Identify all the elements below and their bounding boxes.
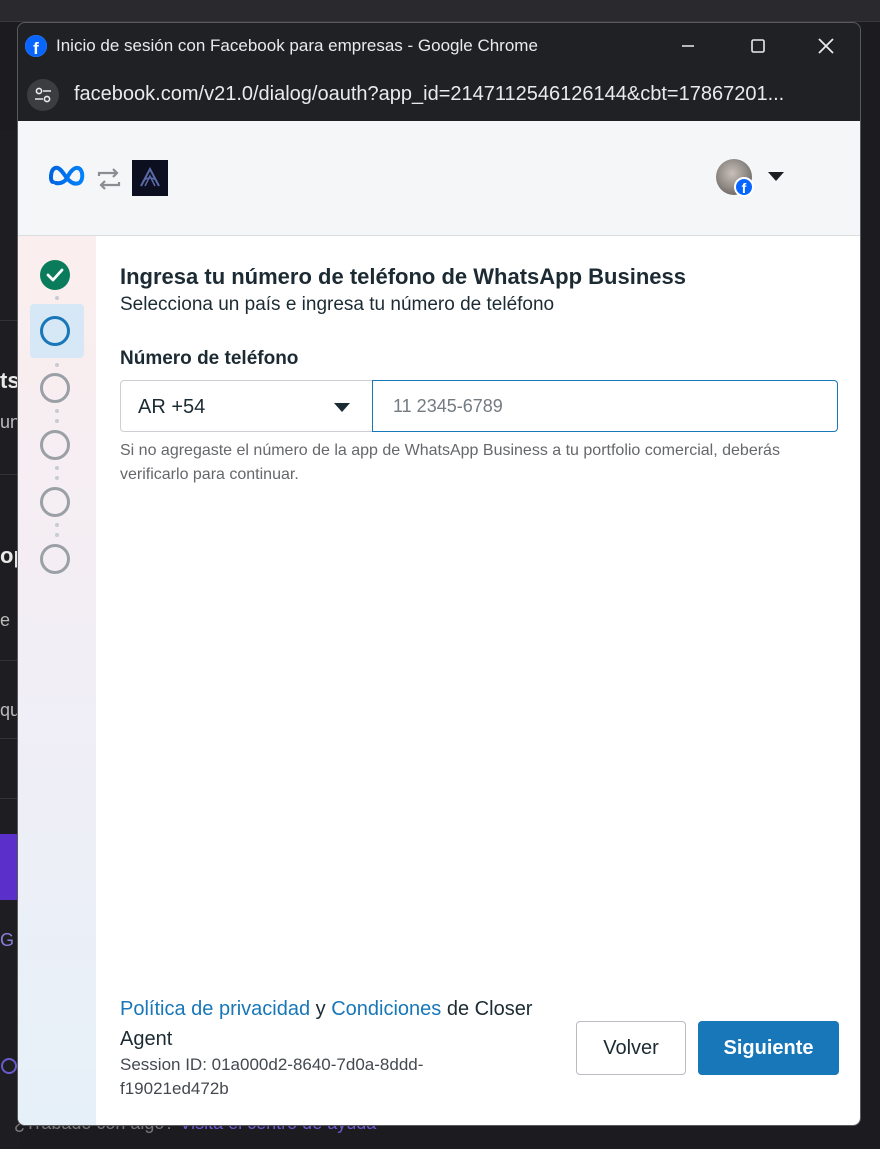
checkmark-icon: [46, 268, 64, 282]
step-connector: [55, 419, 59, 423]
phone-hint-text: Si no agregaste el número de la app de W…: [120, 442, 780, 483]
step-connector: [55, 523, 59, 527]
step-connector: [55, 533, 59, 537]
window-title: Inicio de sesión con Facebook para empre…: [56, 36, 538, 55]
country-code-select[interactable]: AR +54: [120, 380, 373, 432]
step-connector: [55, 466, 59, 470]
step-connector: [55, 476, 59, 480]
facebook-favicon-icon: f: [25, 35, 47, 57]
step-1-completed: [40, 260, 70, 290]
step-6-pending: [40, 544, 70, 574]
step-4-pending: [40, 430, 70, 460]
site-settings-button[interactable]: [27, 79, 59, 111]
app-logo: [132, 160, 168, 196]
phone-step-panel: Ingresa tu número de teléfono de WhatsAp…: [120, 236, 840, 1125]
terms-link[interactable]: Condiciones: [331, 998, 441, 1020]
closer-agent-logo-icon: [140, 166, 160, 187]
maximize-icon: [751, 39, 765, 53]
url-text[interactable]: facebook.com/v21.0/dialog/oauth?app_id=2…: [74, 83, 834, 106]
step-connector: [55, 296, 59, 300]
minimize-button[interactable]: [668, 31, 708, 61]
meta-logo-icon: [48, 165, 85, 186]
session-id: Session ID: 01a000d2-8640-7d0a-8ddd-f190…: [120, 1055, 424, 1098]
play-circle-icon: [1, 1058, 17, 1074]
step-connector: [55, 363, 59, 367]
back-button[interactable]: Volver: [576, 1021, 686, 1075]
maximize-button[interactable]: [738, 31, 778, 61]
country-code-value: AR +54: [138, 396, 206, 418]
swap-icon: [97, 168, 121, 190]
background-topbar: [0, 0, 880, 22]
phone-field-label: Número de teléfono: [120, 348, 299, 369]
chevron-down-icon[interactable]: [768, 172, 784, 181]
window-titlebar: f Inicio de sesión con Facebook para emp…: [18, 23, 860, 69]
page-title: Ingresa tu número de teléfono de WhatsAp…: [120, 264, 686, 289]
step-connector: [55, 409, 59, 413]
step-3-pending: [40, 373, 70, 403]
background-button: [0, 834, 18, 900]
minimize-icon: [682, 45, 694, 47]
dialog-header: f: [18, 121, 860, 236]
address-bar: facebook.com/v21.0/dialog/oauth?app_id=2…: [18, 69, 860, 121]
page-subtitle: Selecciona un país e ingresa tu número d…: [120, 294, 555, 315]
facebook-badge-icon: f: [734, 177, 754, 197]
chrome-popup-window: f Inicio de sesión con Facebook para emp…: [17, 22, 861, 1126]
close-icon: [818, 38, 834, 54]
legal-conjunction: y: [315, 998, 326, 1020]
oauth-dialog: f Ingresa tu número de teléfono de Whats…: [18, 121, 860, 1125]
step-5-pending: [40, 487, 70, 517]
legal-links: Política de privacidad y Condiciones de …: [120, 994, 570, 1054]
caret-down-icon: [334, 403, 350, 412]
tune-icon: [35, 87, 51, 103]
next-button[interactable]: Siguiente: [698, 1021, 839, 1075]
privacy-policy-link[interactable]: Política de privacidad: [120, 998, 310, 1020]
close-button[interactable]: [806, 31, 846, 61]
phone-number-input[interactable]: [372, 380, 838, 432]
step-2-current: [40, 316, 70, 346]
progress-stepper: [18, 236, 96, 1125]
